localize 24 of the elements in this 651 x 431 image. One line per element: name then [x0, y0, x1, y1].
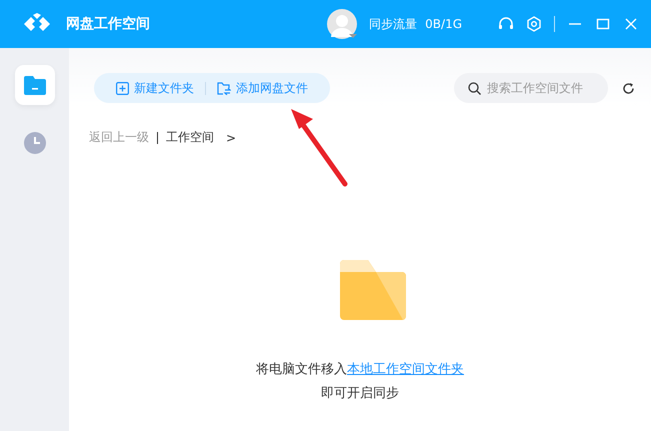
folder-icon [24, 75, 46, 95]
settings-icon[interactable] [526, 16, 542, 32]
breadcrumb-separator: > [226, 130, 236, 144]
traffic-label: 同步流量 [369, 16, 418, 32]
empty-message: 将电脑文件移入本地工作空间文件夹 [256, 361, 464, 378]
toolbar-button[interactable]: 新建文件夹 [116, 80, 194, 96]
back-link[interactable]: 返回上一级 [89, 129, 149, 146]
sidebar-item[interactable] [14, 65, 54, 105]
traffic-value: 0B/1G [425, 17, 462, 31]
headset-icon[interactable] [498, 16, 514, 32]
maximize-icon[interactable] [595, 16, 611, 32]
swap-folder-icon [217, 82, 231, 94]
empty-hint: 即可开启同步 [321, 385, 399, 402]
plus-square-icon [116, 82, 129, 94]
refresh-button[interactable] [622, 82, 635, 94]
folder-illustration [340, 260, 406, 320]
clock-icon [24, 132, 46, 154]
toolbar-button[interactable]: 添加网盘文件 [217, 80, 308, 96]
workspace-folder-link[interactable]: 本地工作空间文件夹 [347, 362, 464, 377]
close-icon[interactable] [623, 16, 639, 32]
search-field[interactable]: 搜索工作空间文件 [454, 73, 608, 103]
breadcrumb-current[interactable]: 工作空间 [166, 129, 214, 146]
window-title: 网盘工作空间 [66, 15, 150, 33]
avatar[interactable] [327, 9, 358, 39]
